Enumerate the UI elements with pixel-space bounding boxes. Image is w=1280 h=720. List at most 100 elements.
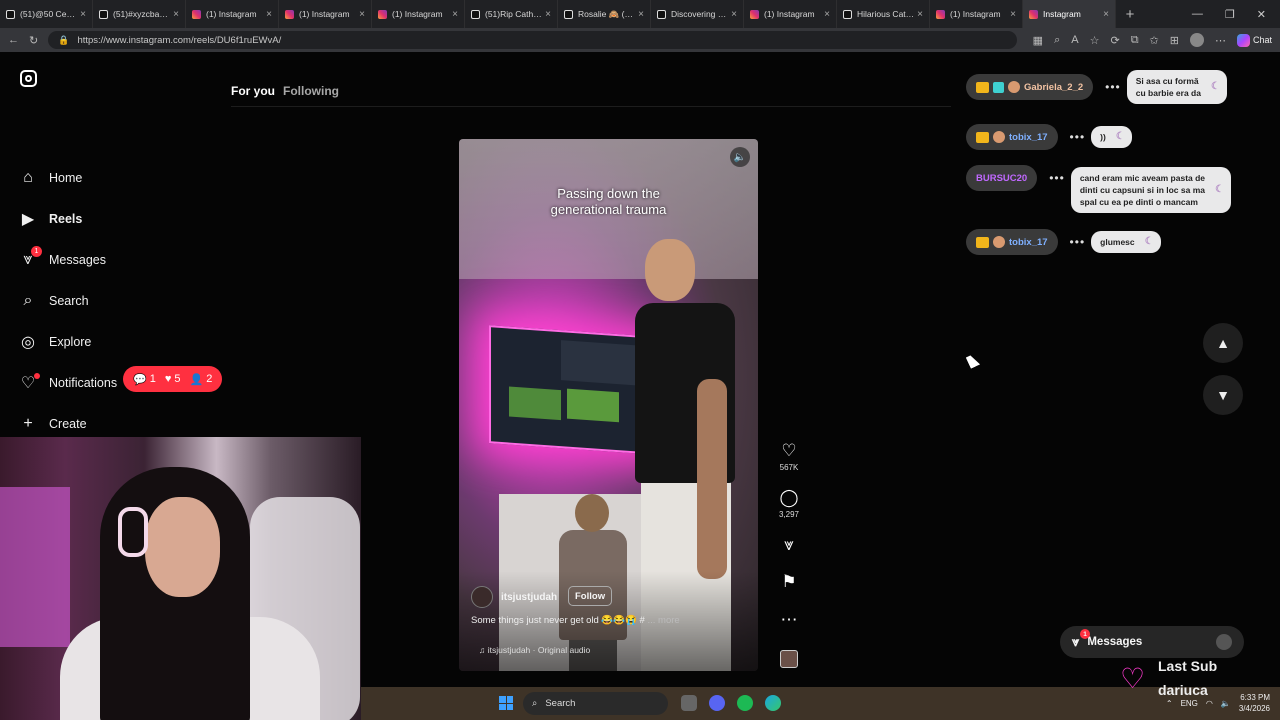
like-icon: ♥ <box>164 373 172 385</box>
chat-bubble: Si asa cu formă cu barbie era da ☾ <box>1126 70 1227 104</box>
toolbar-icons: ▦ ⌕ A ☆ ⟳ ⧉ ✩ ⊞ ⋯ Chat <box>1033 33 1272 47</box>
webcam-shelf <box>0 487 70 647</box>
instagram-icon <box>285 9 294 19</box>
refresh-page-icon[interactable]: ⟳ <box>1110 34 1119 47</box>
menu-icon[interactable]: ⋯ <box>1215 34 1226 47</box>
close-tab-icon[interactable]: × <box>266 9 272 20</box>
share-button[interactable]: ⩔ <box>769 535 809 555</box>
browser-tab[interactable]: Hilarious Cat St × <box>837 0 930 28</box>
close-tab-icon[interactable]: × <box>452 9 458 20</box>
author-username[interactable]: itsjustjudah <box>501 592 557 603</box>
like-count: 567K <box>779 463 799 472</box>
maximize-icon[interactable]: ❐ <box>1225 8 1235 21</box>
spotify-icon[interactable] <box>737 695 753 711</box>
close-tab-icon[interactable]: × <box>917 9 923 20</box>
file-explorer-icon[interactable] <box>681 695 697 711</box>
windows-start-icon[interactable] <box>499 696 513 710</box>
favorite-star-icon[interactable]: ☆ <box>1090 34 1100 47</box>
tab-title: Instagram <box>1043 9 1081 19</box>
reel-author[interactable]: itsjustjudah <box>471 586 557 608</box>
close-tab-icon[interactable]: × <box>824 9 830 20</box>
back-icon[interactable]: ← <box>8 34 19 46</box>
notifications-pill[interactable]: 💬 1 ♥ 5 👤 2 <box>123 366 223 392</box>
instagram-icon <box>750 9 759 19</box>
reel-video[interactable]: Passing down the generational trauma 🔈 i… <box>459 139 758 671</box>
save-button[interactable]: ⚑ <box>769 572 809 592</box>
divider <box>231 106 951 107</box>
chat-text: glumesc <box>1100 237 1135 247</box>
browser-tab[interactable]: (1) Instagram × <box>930 0 1023 28</box>
close-tab-icon[interactable]: × <box>1103 9 1109 20</box>
browser-tab[interactable]: Rosalie 🙈 (@r × <box>558 0 651 28</box>
minimize-icon[interactable]: — <box>1192 8 1203 21</box>
zoom-icon[interactable]: ⌕ <box>1054 34 1060 47</box>
sub-badge-icon <box>993 81 1004 93</box>
next-reel-button[interactable]: ▼ <box>1203 375 1243 415</box>
streamer-webcam <box>0 437 361 720</box>
browser-tab[interactable]: (1) Instagram × <box>744 0 837 28</box>
mute-icon[interactable]: 🔈 <box>730 147 750 167</box>
taskbar-search[interactable]: ⌕ Search <box>523 692 668 715</box>
nav-home[interactable]: ⌂ Home <box>18 164 218 192</box>
nav-explore[interactable]: ◎ Explore <box>18 328 218 356</box>
browser-tab[interactable]: (51)#xyzcba#fy × <box>93 0 186 28</box>
app-icon[interactable]: ▦ <box>1033 34 1043 47</box>
tab-following[interactable]: Following <box>283 84 339 98</box>
previous-reel-button[interactable]: ▲ <box>1203 323 1243 363</box>
more-options-button[interactable]: ⋯ <box>769 610 809 630</box>
browser-tab[interactable]: (51)@50 Cent o × <box>0 0 93 28</box>
address-bar[interactable]: 🔒 https://www.instagram.com/reels/DU6f1r… <box>48 31 1017 49</box>
tiktok-icon <box>564 9 573 19</box>
favorites-icon[interactable]: ✩ <box>1150 34 1159 47</box>
browser-toolbar: ← ↻ 🔒 https://www.instagram.com/reels/DU… <box>0 28 1280 52</box>
browser-tab[interactable]: Discovering My × <box>651 0 744 28</box>
nav-reels[interactable]: ▶ Reels <box>18 205 218 233</box>
like-button[interactable]: ♡ 567K <box>769 441 809 472</box>
follow-button[interactable]: Follow <box>568 586 613 606</box>
tv-thumbnail <box>509 386 561 421</box>
collections-icon[interactable]: ⊞ <box>1170 34 1179 47</box>
browser-tab[interactable]: Instagram × <box>1023 0 1116 28</box>
tab-title: (51)#xyzcba#fy <box>113 9 171 19</box>
close-tab-icon[interactable]: × <box>359 9 365 20</box>
extensions-icon[interactable]: ⧉ <box>1131 34 1139 47</box>
browser-tab[interactable]: (1) Instagram × <box>372 0 465 28</box>
profile-avatar[interactable] <box>1189 33 1204 47</box>
overlay-line: generational trauma <box>550 202 667 217</box>
close-window-icon[interactable]: ✕ <box>1257 8 1266 21</box>
caption-text: Some things just never get old 😂😂😭 # <box>471 615 645 626</box>
edge-icon[interactable] <box>765 695 781 711</box>
messages-bar[interactable]: ⩔ 1 Messages <box>1060 626 1244 658</box>
browser-tab[interactable]: (1) Instagram × <box>186 0 279 28</box>
close-tab-icon[interactable]: × <box>1010 9 1016 20</box>
discord-icon[interactable] <box>709 695 725 711</box>
close-tab-icon[interactable]: × <box>173 9 179 20</box>
close-tab-icon[interactable]: × <box>731 9 737 20</box>
reel-audio[interactable]: ♫ itsjustjudah · Original audio <box>479 645 590 655</box>
music-icon: ♫ <box>479 645 486 655</box>
instagram-logo-icon[interactable] <box>20 70 37 87</box>
nav-search[interactable]: ⌕ Search <box>18 287 218 315</box>
close-tab-icon[interactable]: × <box>638 9 644 20</box>
messages-badge: 1 <box>31 246 42 257</box>
window-controls: — ❐ ✕ <box>1192 8 1280 21</box>
comment-button[interactable]: ◯ 3,297 <box>769 488 809 519</box>
chevron-up-icon: ▲ <box>1216 335 1230 351</box>
reload-icon[interactable]: ↻ <box>29 34 38 47</box>
tab-for-you[interactable]: For you <box>231 84 275 98</box>
reels-icon: ▶ <box>21 211 35 228</box>
close-tab-icon[interactable]: × <box>80 9 86 20</box>
nav-messages[interactable]: ⩔ 1 Messages <box>18 246 218 274</box>
browser-tab[interactable]: (1) Instagram × <box>279 0 372 28</box>
read-aloud-icon[interactable]: A <box>1071 34 1078 46</box>
browser-tab[interactable]: (51)Rip Catheri × <box>465 0 558 28</box>
audio-thumbnail[interactable] <box>780 650 798 668</box>
copilot-chat-button[interactable]: Chat <box>1236 33 1272 47</box>
nav-create[interactable]: + Create <box>18 410 218 438</box>
chat-text: cand eram mic aveam pasta de <box>1079 173 1206 183</box>
new-tab-button[interactable]: + <box>1116 6 1144 23</box>
more-link[interactable]: ... more <box>647 615 679 626</box>
close-tab-icon[interactable]: × <box>545 9 551 20</box>
author-avatar[interactable] <box>471 586 493 608</box>
webcam-headset <box>118 507 148 557</box>
